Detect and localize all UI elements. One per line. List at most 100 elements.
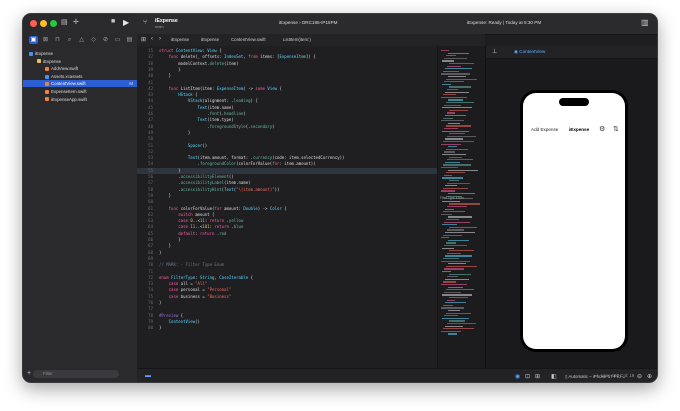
code-line[interactable]: 71 [137,269,437,275]
minimap[interactable]: Filter Type Enum [437,46,486,368]
breadcrumb-project[interactable]: iExpense [171,37,189,42]
tree-item[interactable]: iExpense [23,50,137,57]
run-icon[interactable]: ▶ [123,18,129,27]
code-line[interactable]: 70 // MARK: - Filter Type Enum [137,262,437,268]
inspector-toggle-icon[interactable]: ▥ [641,18,649,27]
code-line[interactable]: 45 Text(item.name) [137,105,437,111]
source-control-icon[interactable]: ⊠ [41,36,50,44]
line-number: 73 [148,281,153,287]
minimap-line [447,135,476,137]
code-line[interactable]: 69 [137,256,437,262]
zoom-window-button[interactable] [50,20,57,27]
breadcrumb-file[interactable]: ContentView.swift [231,37,266,42]
folder-icon[interactable]: ▣ [29,36,38,44]
add-file-icon[interactable]: + [27,370,31,377]
code-line[interactable]: 56 .accessibilityElement() [137,174,437,180]
code-line[interactable]: 44 VStack(alignment: .leading) { [137,98,437,104]
stop-icon[interactable]: ■ [111,18,115,25]
code-line[interactable]: 46 .font(.headline) [137,111,437,117]
add-icon[interactable]: ✛ [73,18,79,26]
search-icon[interactable]: ⌕ [65,36,74,44]
code-line[interactable]: 59 } [137,193,437,199]
preview-tab[interactable]: ◉ ContentView [510,48,549,56]
code-line[interactable]: 72 enum FilterType: String, CaseIterable … [137,275,437,281]
bookmark-icon[interactable]: ⊓ [53,36,62,44]
code-line[interactable]: 75 case business = "Business" [137,294,437,300]
code-line[interactable]: 37 func delete(_ offsets: IndexSet, from… [137,54,437,60]
minimap-line [444,104,461,106]
code-line[interactable]: 63 case 0..<11: return .yellow [137,218,437,224]
code-line[interactable]: 80} [137,325,437,331]
code-line[interactable]: 76} [137,300,437,306]
code-line[interactable]: 55 } [137,167,437,174]
code-line[interactable]: 60 [137,199,437,205]
filter-field[interactable]: Filter [33,370,119,378]
tree-item[interactable]: iExpenseApp.swift [23,96,137,103]
code-line[interactable]: 42 func ListItem(item: ExpenseItem) -> s… [137,86,437,92]
code-line[interactable]: 74 case personal = "Personal" [137,287,437,293]
related-items-icon[interactable]: ⊞ [141,36,146,43]
code-line[interactable]: 38 modelContext.delete(item) [137,61,437,67]
minimap-line [445,91,469,93]
code-line[interactable]: 49 } [137,130,437,136]
code-line[interactable]: 64 case 11..<101: return .blue [137,224,437,230]
back-icon[interactable]: ‹ [151,36,153,42]
code-text: // MARK: - Filter Type Enum [159,262,225,268]
issue-icon[interactable]: △ [77,36,86,44]
code-line[interactable]: 41 [137,80,437,86]
code-line[interactable]: 54 .foregroundColor(colorForValue(for: i… [137,161,437,167]
forward-icon[interactable]: › [159,36,161,42]
code-line[interactable]: 50 [137,136,437,142]
selectable-icon[interactable]: ⊡ [525,373,530,380]
code-line[interactable]: 78 #Preview { [137,313,437,319]
pin-icon[interactable]: ⊥ [492,48,497,55]
breadcrumb-symbol[interactable]: ListItem(item:) [283,37,311,42]
live-preview-icon[interactable]: ◉ [515,373,520,380]
minimap-mark-label: Filter Type Enum [440,196,465,200]
tree-item[interactable]: ExpenseItem.swift [23,88,137,95]
code-line[interactable]: 77 [137,306,437,312]
close-window-button[interactable] [30,20,37,27]
code-line[interactable]: 51 Spacer() [137,143,437,149]
tree-item[interactable]: iExpense [23,58,137,65]
code-line[interactable]: 68} [137,250,437,256]
code-line[interactable]: 40 } [137,73,437,79]
code-line[interactable]: 65 default: return .red [137,231,437,237]
code-line[interactable]: 79 ContentView() [137,319,437,325]
code-line[interactable]: 57 .accessibilityLabel(item.name) [137,180,437,186]
add-expense-button[interactable]: Add Expense [531,127,558,132]
tree-item[interactable]: Assets.xcassets [23,73,137,80]
zoom-out-icon[interactable]: ⊖ [637,373,642,380]
code-line[interactable]: 62 switch amount { [137,212,437,218]
code-line[interactable]: 47 Text(item.type) [137,117,437,123]
code-editor[interactable]: 15 struct ContentView: View {37 func dele… [137,46,437,368]
code-line[interactable]: 53 Text(item.amount, format: .currency(c… [137,155,437,161]
sidebar-toggle-icon[interactable]: ▤ [61,18,68,26]
code-line[interactable]: 67 } [137,243,437,249]
zoom-in-icon[interactable]: ⊕ [647,373,652,380]
code-line[interactable]: 48 .foregroundStyle(.secondary) [137,124,437,130]
code-line[interactable]: 52 [137,149,437,155]
settings-gear-icon[interactable]: ⚙ [599,125,605,133]
debug-icon[interactable]: ⊘ [101,36,110,44]
variants-icon[interactable]: ⊞ [535,373,540,380]
code-line[interactable]: 66 } [137,237,437,243]
code-line[interactable]: 58 .accessibilityHint(Text("\(item.amoun… [137,187,437,193]
scheme-selector[interactable]: iExpense › DRC195-IP15PM [279,20,337,25]
sort-icon[interactable]: ⇅ [613,125,619,133]
code-line[interactable]: 73 case all = "All" [137,281,437,287]
line-number: 47 [148,117,153,123]
code-line[interactable]: 15 struct ContentView: View { [137,48,437,54]
breakpoint-icon[interactable]: ▭ [113,36,122,44]
minimize-window-button[interactable] [40,20,47,27]
breadcrumb-group[interactable]: iExpense [201,37,219,42]
code-line[interactable]: 39 } [137,67,437,73]
debug-area-icon[interactable]: ▬ [145,373,151,379]
tree-item[interactable]: AddView.swift [23,65,137,72]
code-line[interactable]: 61 func colorForValue(for amount: Double… [137,206,437,212]
test-icon[interactable]: ◇ [89,36,98,44]
tree-item[interactable]: ContentView.swift M [23,80,137,88]
code-line[interactable]: 43 HStack { [137,92,437,98]
report-icon[interactable]: ▤ [125,36,134,44]
device-settings-icon[interactable]: ◧ [551,373,557,380]
